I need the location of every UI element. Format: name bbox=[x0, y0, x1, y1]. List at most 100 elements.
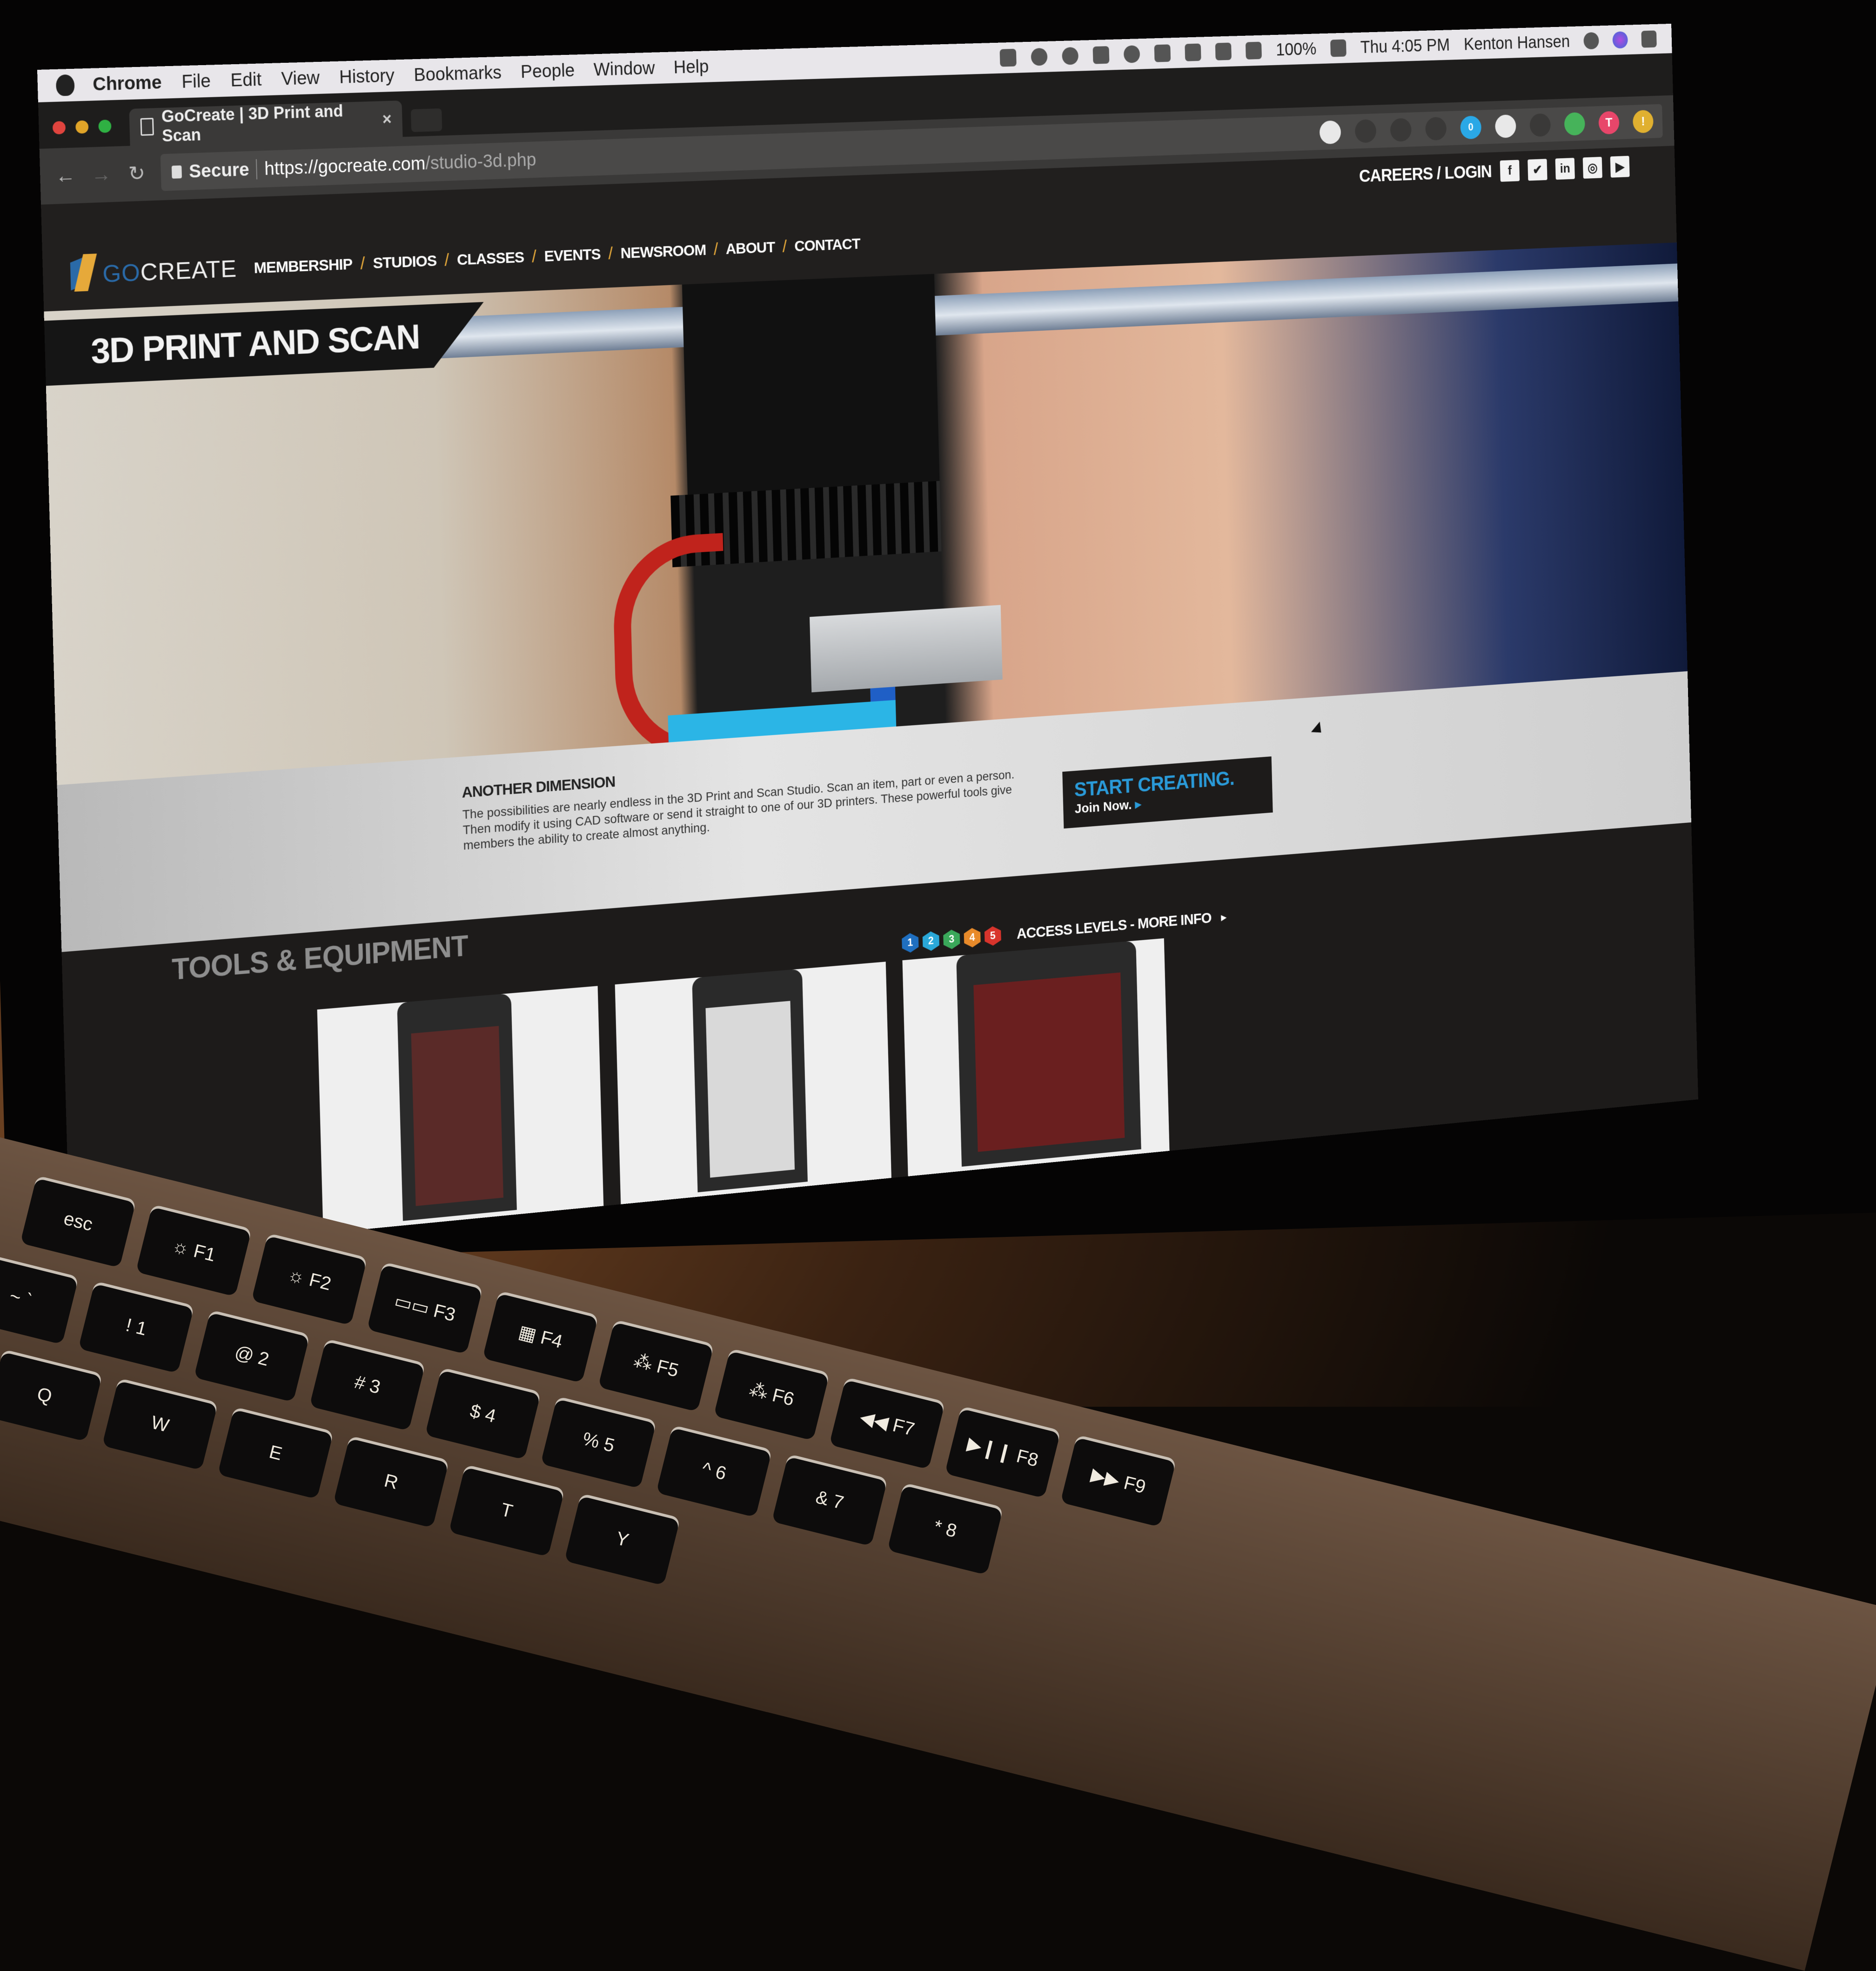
battery-percent[interactable]: 100% bbox=[1276, 39, 1317, 60]
gocreate-logo[interactable]: GOCREATE bbox=[70, 248, 237, 296]
key[interactable]: * 8 bbox=[887, 1483, 1004, 1575]
nav-about[interactable]: ABOUT bbox=[725, 239, 775, 258]
ghostery-extension-icon[interactable] bbox=[1319, 120, 1341, 145]
airplay-icon[interactable] bbox=[1154, 44, 1171, 62]
menu-edit[interactable]: Edit bbox=[230, 69, 262, 91]
zoom-window-button[interactable] bbox=[98, 120, 112, 133]
minimize-window-button[interactable] bbox=[75, 120, 89, 134]
key[interactable]: # 3 bbox=[309, 1338, 426, 1431]
bell-icon[interactable] bbox=[1062, 47, 1079, 65]
menu-bar-clock[interactable]: Thu 4:05 PM bbox=[1360, 35, 1450, 57]
start-creating-button[interactable]: START CREATING. Join Now. ▸ bbox=[1062, 756, 1273, 829]
key[interactable]: ~ ` bbox=[0, 1252, 79, 1345]
nav-classes[interactable]: CLASSES bbox=[457, 248, 524, 269]
key[interactable]: ! 1 bbox=[78, 1281, 194, 1374]
printer-hotend-image bbox=[810, 605, 1003, 693]
makerbot-replicator-card[interactable] bbox=[902, 938, 1170, 1190]
menu-file[interactable]: File bbox=[181, 71, 211, 92]
youtube-icon[interactable]: ▶ bbox=[1610, 155, 1630, 178]
key[interactable]: ⁂ F6 bbox=[713, 1348, 830, 1441]
key[interactable]: ☼ F1 bbox=[135, 1204, 252, 1297]
pink-t-extension-icon[interactable]: T bbox=[1598, 111, 1620, 135]
mouse-cursor-icon bbox=[1311, 722, 1326, 738]
key[interactable]: @ 2 bbox=[194, 1310, 310, 1403]
twitter-icon[interactable]: ✔ bbox=[1528, 159, 1548, 181]
url-path[interactable]: /studio-3d.php bbox=[425, 149, 536, 174]
key[interactable]: $ 4 bbox=[425, 1367, 542, 1460]
makerbot-replicator-mini-card[interactable] bbox=[317, 986, 604, 1247]
key[interactable]: E bbox=[217, 1407, 334, 1499]
forward-arrow-icon[interactable]: → bbox=[89, 163, 113, 187]
menu-app-chrome[interactable]: Chrome bbox=[93, 72, 162, 95]
spotlight-search-icon[interactable] bbox=[1583, 32, 1599, 50]
new-tab-button[interactable] bbox=[410, 108, 442, 132]
blue-ghost-extension-icon[interactable]: 0 bbox=[1460, 115, 1482, 140]
siri-icon[interactable] bbox=[1612, 31, 1628, 49]
white-square-extension-icon[interactable] bbox=[1494, 114, 1516, 138]
close-window-button[interactable] bbox=[52, 121, 66, 134]
bluetooth-icon[interactable] bbox=[1185, 43, 1201, 61]
access-levels-label[interactable]: ACCESS LEVELS - MORE INFO bbox=[1016, 909, 1212, 942]
volume-icon[interactable] bbox=[1245, 41, 1262, 60]
time-machine-icon[interactable] bbox=[1123, 45, 1140, 63]
key[interactable]: ⁂ F5 bbox=[598, 1319, 714, 1412]
yellow-alert-extension-icon[interactable]: ! bbox=[1632, 110, 1654, 134]
key[interactable]: ▶▶ F9 bbox=[1060, 1434, 1177, 1527]
facebook-icon[interactable]: f bbox=[1500, 160, 1520, 182]
close-tab-icon[interactable]: × bbox=[382, 109, 392, 129]
url-host[interactable]: https://gocreate.com bbox=[264, 153, 426, 179]
key[interactable]: & 7 bbox=[771, 1454, 888, 1546]
key[interactable]: ☼ F2 bbox=[251, 1233, 368, 1326]
glasses-icon[interactable] bbox=[1092, 46, 1110, 64]
wifi-icon[interactable] bbox=[1215, 42, 1232, 60]
menu-history[interactable]: History bbox=[339, 66, 395, 88]
chevron-right-icon: ▸ bbox=[1220, 909, 1227, 924]
key[interactable]: Q bbox=[0, 1349, 103, 1442]
window-controls bbox=[39, 119, 130, 149]
nav-contact[interactable]: CONTACT bbox=[794, 235, 860, 255]
printer-image bbox=[397, 993, 517, 1221]
key[interactable]: ▶❙❙ F8 bbox=[945, 1406, 1061, 1498]
tab-gocreate[interactable]: GoCreate | 3D Print and Scan × bbox=[129, 100, 403, 146]
access-level-3-icon: 3 bbox=[943, 929, 960, 950]
menu-bookmarks[interactable]: Bookmarks bbox=[414, 62, 502, 85]
zoom-icon[interactable] bbox=[1354, 119, 1377, 143]
nav-membership[interactable]: MEMBERSHIP bbox=[254, 255, 353, 277]
secure-label[interactable]: Secure bbox=[189, 159, 250, 182]
nav-events[interactable]: EVENTS bbox=[544, 246, 601, 266]
menu-help[interactable]: Help bbox=[673, 56, 709, 77]
menu-bar-user[interactable]: Kenton Hansen bbox=[1463, 32, 1570, 54]
cast-icon[interactable] bbox=[1529, 113, 1551, 137]
key[interactable]: ▦ F4 bbox=[482, 1290, 599, 1383]
key[interactable]: T bbox=[449, 1464, 565, 1557]
key[interactable]: R bbox=[333, 1435, 449, 1528]
bookmark-star-icon[interactable] bbox=[1390, 118, 1412, 142]
key[interactable]: esc bbox=[20, 1175, 137, 1268]
lock-icon[interactable] bbox=[171, 165, 182, 179]
nav-studios[interactable]: STUDIOS bbox=[373, 252, 437, 273]
battery-charging-icon[interactable] bbox=[1330, 39, 1347, 57]
key[interactable]: ▭▭ F3 bbox=[367, 1262, 483, 1355]
onepassword-extension-icon[interactable] bbox=[1425, 117, 1447, 141]
menu-view[interactable]: View bbox=[281, 67, 320, 89]
notification-center-icon[interactable] bbox=[1641, 30, 1657, 48]
instagram-icon[interactable]: ◎ bbox=[1582, 157, 1602, 179]
menu-people[interactable]: People bbox=[520, 60, 575, 82]
nav-newsroom[interactable]: NEWSROOM bbox=[620, 241, 706, 262]
evernote-icon[interactable] bbox=[999, 48, 1017, 67]
menu-window[interactable]: Window bbox=[593, 58, 655, 80]
key[interactable]: ◀◀ F7 bbox=[829, 1377, 945, 1470]
key[interactable]: ^ 6 bbox=[656, 1425, 772, 1517]
back-arrow-icon[interactable]: ← bbox=[54, 164, 77, 188]
creative-cloud-icon[interactable] bbox=[1031, 47, 1048, 66]
green-shield-extension-icon[interactable] bbox=[1564, 112, 1586, 136]
key[interactable]: W bbox=[102, 1378, 218, 1470]
reload-icon[interactable]: ↻ bbox=[125, 161, 148, 186]
linkedin-icon[interactable]: in bbox=[1555, 158, 1575, 180]
makerbot-replicator-z18-card[interactable] bbox=[615, 962, 892, 1218]
gocreate-star-logo-icon bbox=[70, 254, 99, 296]
key[interactable]: % 5 bbox=[540, 1396, 657, 1489]
apple-menu-icon[interactable] bbox=[55, 74, 75, 96]
key[interactable]: Y bbox=[564, 1493, 681, 1586]
careers-login-link[interactable]: CAREERS / LOGIN bbox=[1359, 162, 1492, 186]
